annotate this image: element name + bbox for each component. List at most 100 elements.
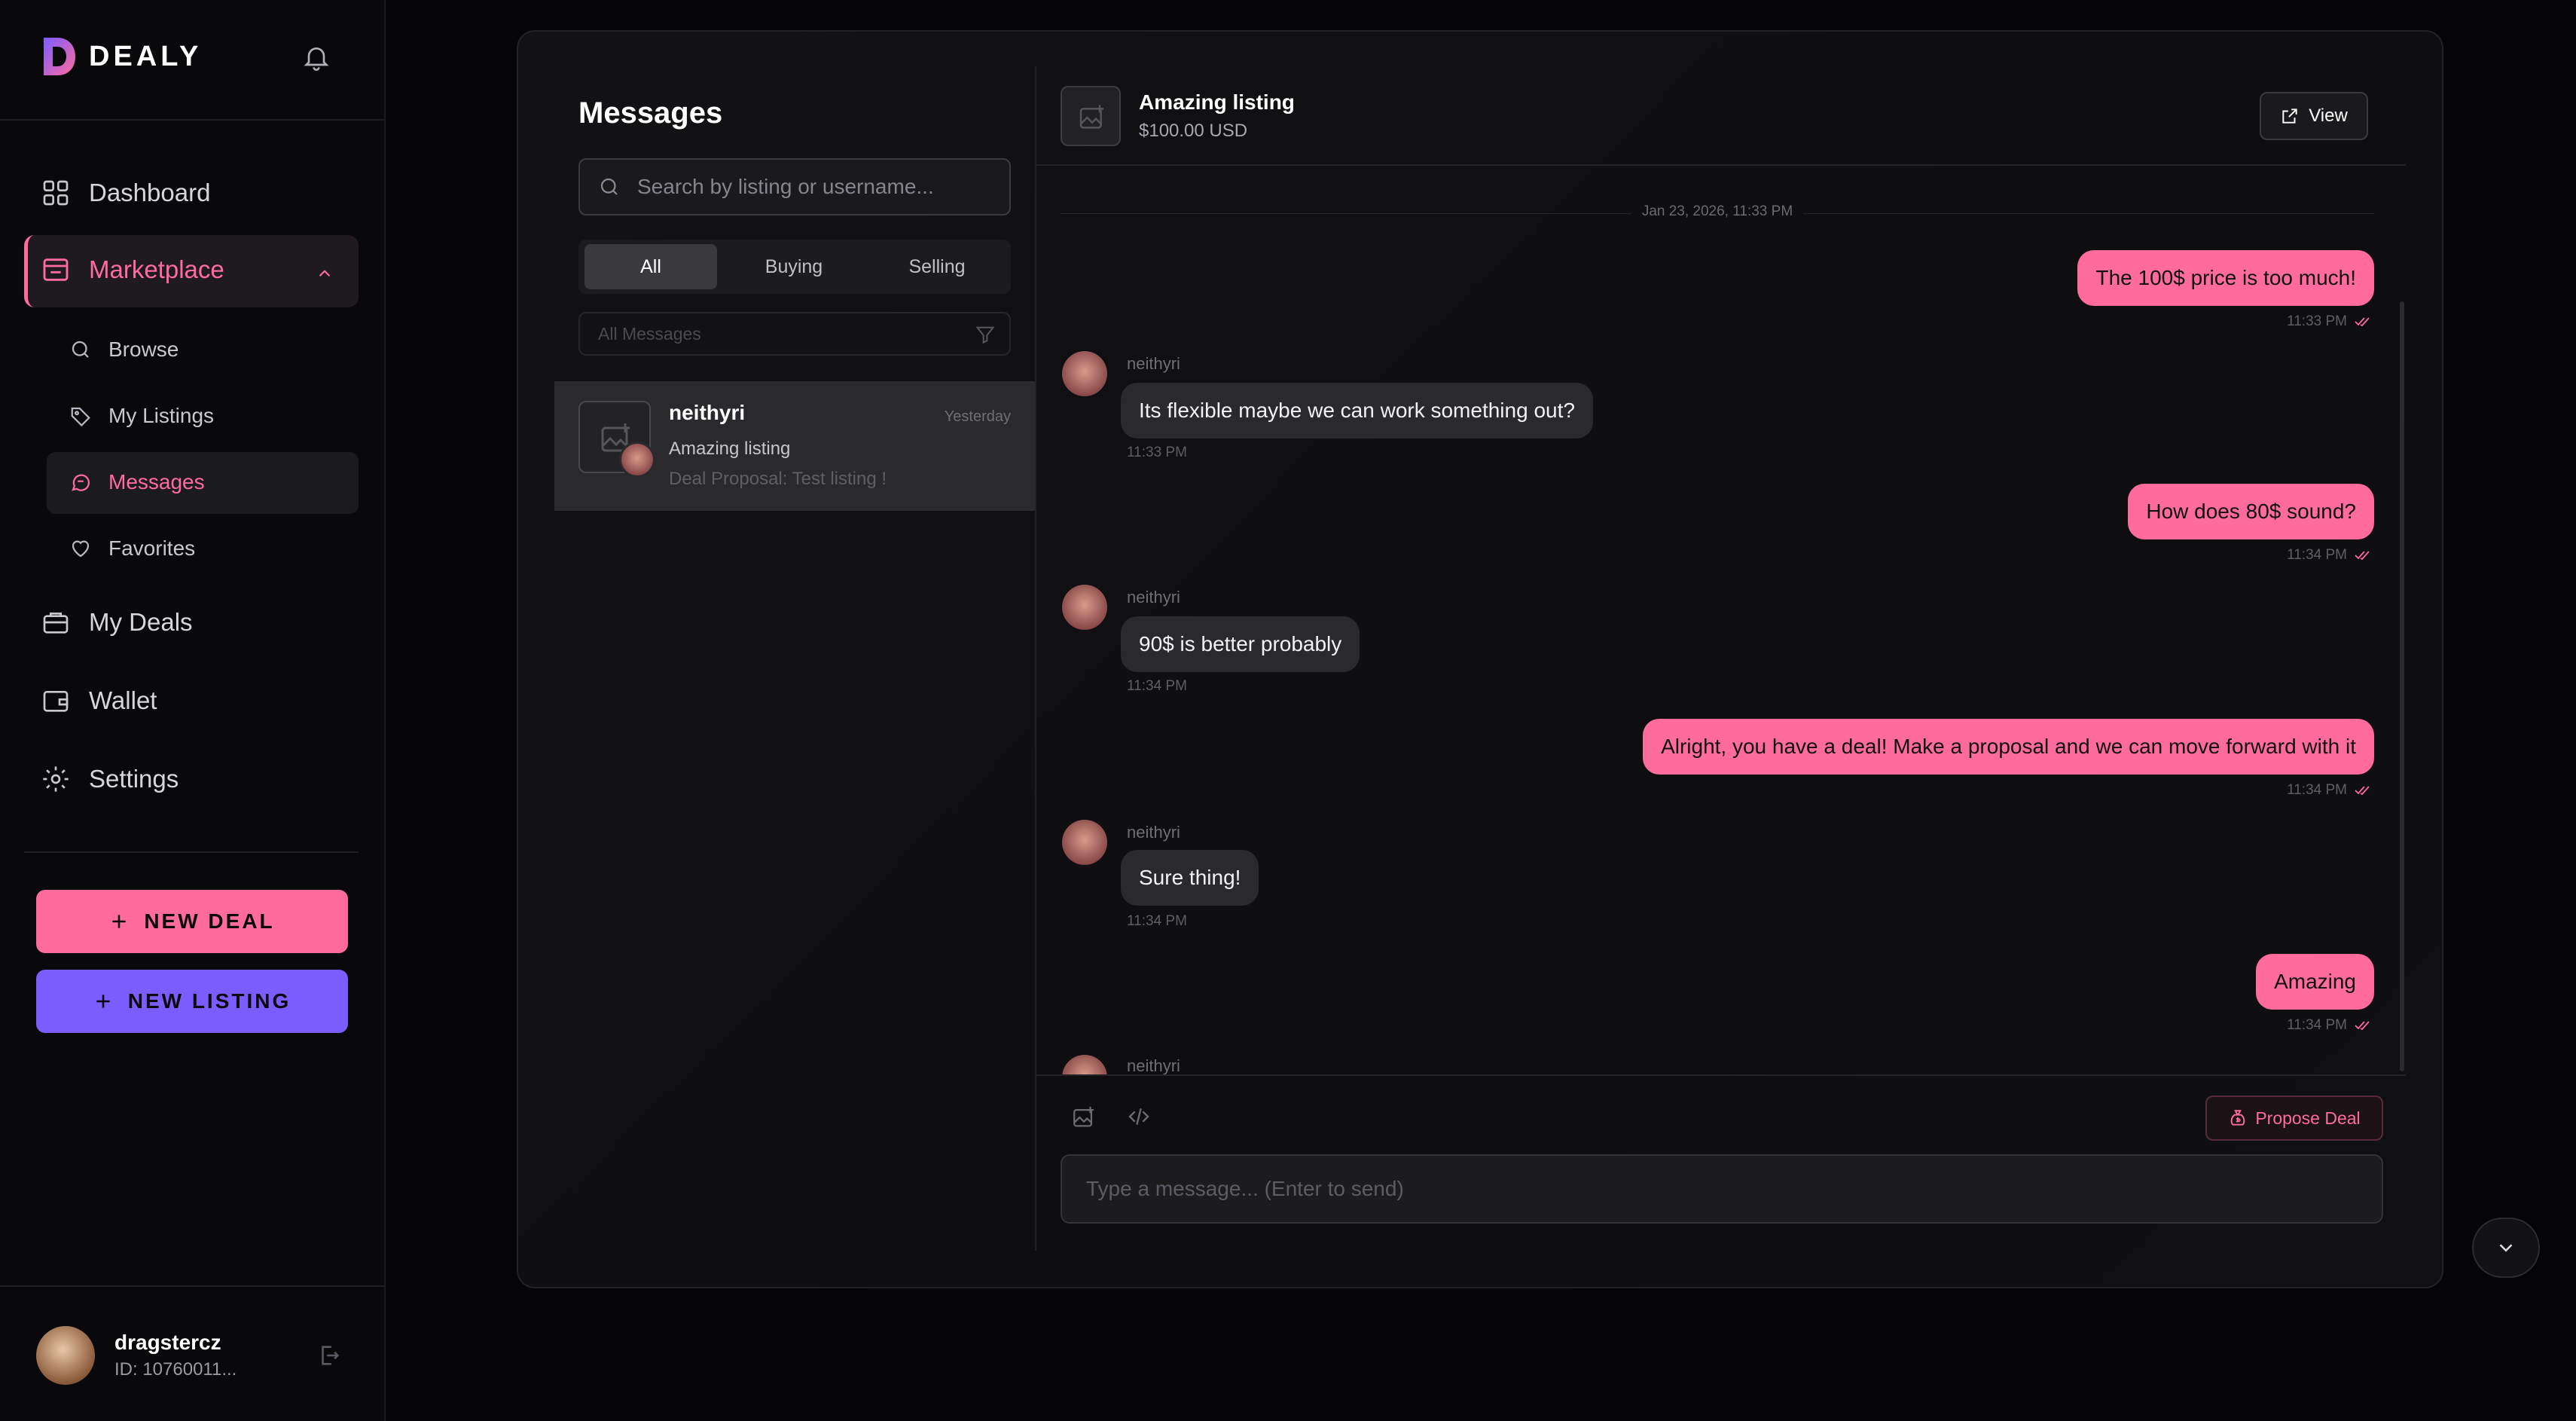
message-input[interactable] <box>1061 1154 2383 1224</box>
nav-wallet-label: Wallet <box>89 686 157 714</box>
filter-label: All Messages <box>598 323 701 344</box>
plus-icon <box>112 915 126 928</box>
date-separator: Jan 23, 2026, 11:33 PM <box>1061 203 2374 223</box>
heart-icon <box>72 540 90 558</box>
double-check-icon <box>2355 551 2370 561</box>
search-icon <box>600 178 618 195</box>
conversation-name: neithyri <box>669 401 746 424</box>
divider <box>0 119 386 121</box>
message-bubble-incoming: Its flexible maybe we can work something… <box>1121 383 1593 439</box>
avatar <box>36 1326 95 1385</box>
nav-my-deals-label: My Deals <box>89 608 193 636</box>
nav-my-deals[interactable]: My Deals <box>41 607 193 637</box>
message-time: 11:33 PM <box>2287 313 2371 330</box>
conversation-tabs: All Buying Selling <box>578 240 1011 294</box>
propose-deal-button[interactable]: Propose Deal <box>2205 1096 2383 1141</box>
message-icon <box>72 474 90 491</box>
nav-favorites[interactable]: Favorites <box>69 536 195 561</box>
sidebar: DEALY Dashboard Marketplace Browse My Li… <box>0 0 386 1421</box>
nav-favorites-label: Favorites <box>108 536 196 560</box>
user-id: ID: 10760011... <box>114 1359 237 1380</box>
message-clip: neithyri <box>1055 1052 2410 1074</box>
avatar <box>619 442 655 478</box>
new-listing-label: NEW LISTING <box>127 989 291 1013</box>
listing-title: Amazing listing <box>1139 90 1295 114</box>
chevron-up-icon[interactable] <box>315 264 334 283</box>
briefcase-icon <box>43 613 69 634</box>
wallet-icon <box>43 691 69 712</box>
bell-icon[interactable] <box>301 41 331 74</box>
nav-marketplace-label: Marketplace <box>89 255 224 283</box>
nav-browse-label: Browse <box>108 338 179 361</box>
image-plus-icon <box>1079 105 1103 129</box>
message-time: 11:33 PM <box>1127 445 1187 460</box>
double-check-icon <box>2355 786 2370 796</box>
avatar <box>1062 585 1107 630</box>
nav-messages[interactable]: Messages <box>69 470 205 494</box>
divider <box>24 851 359 853</box>
grid-icon <box>43 180 69 206</box>
code-icon[interactable] <box>1127 1105 1151 1129</box>
page-title: Messages <box>578 96 723 130</box>
sender-name: neithyri <box>1127 1056 1180 1074</box>
message-bubble-incoming: 90$ is better probably <box>1121 616 1360 672</box>
external-link-icon <box>2282 108 2297 124</box>
nav-browse[interactable]: Browse <box>69 338 179 362</box>
message-bubble-outgoing: Alright, you have a deal! Make a proposa… <box>1643 719 2374 775</box>
chat-header: Amazing listing $100.00 USD View <box>1036 66 2406 166</box>
filter-icon <box>975 326 995 344</box>
nav-dashboard-label: Dashboard <box>89 179 211 206</box>
conversation-date: Yesterday <box>944 408 1011 425</box>
sender-name: neithyri <box>1127 354 1180 373</box>
logo[interactable]: DEALY <box>41 35 202 78</box>
store-icon <box>43 258 69 281</box>
tab-all[interactable]: All <box>584 244 717 289</box>
avatar <box>1062 351 1107 396</box>
message-bubble-incoming: Sure thing! <box>1121 850 1259 906</box>
chat-scrollbar[interactable] <box>2400 301 2404 1071</box>
message-time: 11:34 PM <box>1127 913 1187 929</box>
new-deal-button[interactable]: NEW DEAL <box>36 890 348 953</box>
plus-icon <box>96 995 110 1008</box>
message-time: 11:34 PM <box>2287 547 2371 564</box>
search-input[interactable]: Search by listing or username... <box>637 175 934 199</box>
gear-icon <box>43 766 69 792</box>
conversation-item[interactable]: neithyri Yesterday Amazing listing Deal … <box>554 381 1035 511</box>
propose-deal-label: Propose Deal <box>2255 1108 2361 1128</box>
user-profile[interactable]: dragstercz ID: 10760011... <box>36 1326 237 1385</box>
app-name: DEALY <box>89 40 203 72</box>
sender-name: neithyri <box>1127 588 1180 607</box>
search-box[interactable]: Search by listing or username... <box>578 158 1011 215</box>
nav-settings[interactable]: Settings <box>41 764 179 794</box>
tag-icon <box>71 407 90 427</box>
date-separator-label: Jan 23, 2026, 11:33 PM <box>1641 203 1793 219</box>
nav-dashboard[interactable]: Dashboard <box>41 178 210 208</box>
nav-my-listings[interactable]: My Listings <box>69 404 214 428</box>
message-time-label: 11:34 PM <box>2287 1017 2347 1033</box>
message-bubble-outgoing: The 100$ price is too much! <box>2077 250 2374 306</box>
new-listing-button[interactable]: NEW LISTING <box>36 970 348 1033</box>
image-plus-icon[interactable] <box>1071 1105 1097 1130</box>
message-filter-select[interactable]: All Messages <box>578 312 1011 356</box>
tab-selling[interactable]: Selling <box>871 244 1003 289</box>
scroll-down-button[interactable] <box>2472 1218 2540 1278</box>
tab-buying[interactable]: Buying <box>728 244 860 289</box>
dealy-logo-icon <box>44 38 75 75</box>
view-label: View <box>2309 105 2348 126</box>
message-bubble-outgoing: Amazing <box>2256 954 2374 1010</box>
nav-settings-label: Settings <box>89 765 179 793</box>
conversation-listing: Amazing listing <box>669 439 791 459</box>
nav-messages-label: Messages <box>108 470 205 494</box>
message-time: 11:34 PM <box>1127 678 1187 694</box>
logout-icon[interactable] <box>316 1343 342 1368</box>
message-time-label: 11:34 PM <box>2287 547 2347 563</box>
view-listing-button[interactable]: View <box>2260 92 2368 140</box>
listing-price: $100.00 USD <box>1139 121 1248 141</box>
money-bag-icon <box>2230 1110 2245 1126</box>
nav-wallet[interactable]: Wallet <box>41 686 157 716</box>
panel-divider <box>1035 66 1036 1251</box>
chevron-down-icon <box>2499 1244 2513 1252</box>
divider <box>0 1285 386 1287</box>
nav-marketplace[interactable]: Marketplace <box>41 255 224 285</box>
double-check-icon <box>2355 1021 2370 1031</box>
